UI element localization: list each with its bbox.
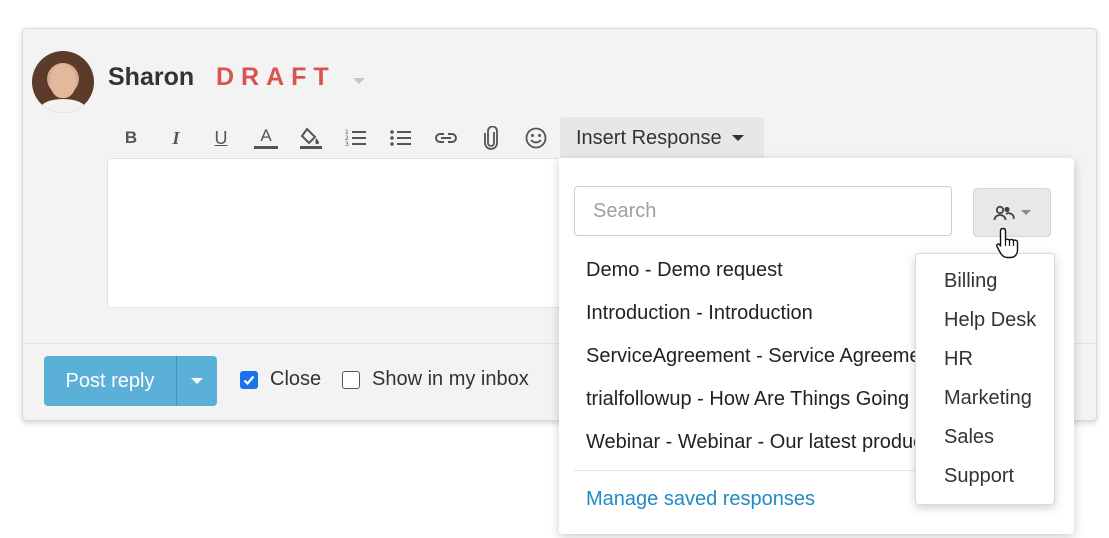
underline-icon: U (214, 127, 228, 148)
smiley-icon (525, 127, 547, 149)
numbered-list-icon: 123 (345, 128, 367, 148)
svg-text:3: 3 (345, 141, 349, 148)
chevron-down-icon (1021, 210, 1031, 215)
paint-bucket-icon (299, 126, 323, 150)
author-avatar (32, 51, 94, 113)
highlight-color-button[interactable] (293, 117, 329, 159)
saved-response-item[interactable]: Introduction - Introduction (559, 290, 919, 333)
text-color-button[interactable]: A (248, 117, 284, 159)
group-filter-menu: Billing Help Desk HR Marketing Sales Sup… (915, 253, 1055, 505)
checkmark-icon (243, 375, 255, 386)
emoji-button[interactable] (518, 117, 554, 159)
bold-icon: B (124, 128, 138, 147)
saved-response-item[interactable]: Demo - Demo request (559, 247, 919, 290)
hand-pointer-cursor-icon (995, 226, 1021, 265)
draft-status-label[interactable]: DRAFT (216, 63, 336, 92)
underline-button[interactable]: U (203, 117, 239, 159)
bulleted-list-button[interactable] (383, 117, 419, 159)
group-option-hr[interactable]: HR (916, 340, 1054, 379)
chevron-down-icon (731, 135, 744, 141)
group-option-help-desk[interactable]: Help Desk (916, 301, 1054, 340)
text-color-icon: A (254, 127, 278, 149)
show-in-inbox-label: Show in my inbox (372, 368, 529, 390)
group-option-support[interactable]: Support (916, 457, 1054, 496)
manage-saved-responses-link[interactable]: Manage saved responses (586, 488, 815, 511)
italic-button[interactable]: I (158, 117, 194, 159)
status-chevron-down-icon[interactable] (353, 78, 365, 84)
paperclip-icon (484, 126, 498, 150)
post-reply-options-button[interactable] (176, 356, 217, 406)
saved-response-item[interactable]: ServiceAgreement - Service Agreement (559, 333, 919, 376)
group-option-sales[interactable]: Sales (916, 418, 1054, 457)
saved-response-item[interactable]: trialfollowup - How Are Things Going (559, 376, 919, 419)
link-icon (434, 131, 458, 145)
saved-responses-list: Demo - Demo request Introduction - Intro… (559, 247, 919, 462)
insert-link-button[interactable] (428, 117, 464, 159)
show-in-inbox-checkbox[interactable] (342, 371, 360, 389)
close-label: Close (270, 368, 322, 390)
post-reply-button[interactable]: Post reply (44, 356, 176, 406)
numbered-list-button[interactable]: 123 (338, 117, 374, 159)
italic-icon: I (172, 127, 180, 148)
close-checkbox[interactable] (240, 371, 258, 389)
saved-response-item[interactable]: Webinar - Webinar - Our latest product (559, 419, 919, 462)
bold-button[interactable]: B (113, 117, 149, 159)
users-icon (993, 205, 1015, 220)
insert-response-button[interactable]: Insert Response (560, 117, 764, 159)
bulleted-list-icon (390, 128, 412, 148)
attach-file-button[interactable] (473, 117, 509, 159)
group-option-billing[interactable]: Billing (916, 262, 1054, 301)
chevron-down-icon (191, 378, 203, 384)
group-option-marketing[interactable]: Marketing (916, 379, 1054, 418)
author-name: Sharon (108, 63, 195, 91)
response-search-input[interactable] (574, 186, 952, 236)
insert-response-label: Insert Response (576, 126, 722, 149)
